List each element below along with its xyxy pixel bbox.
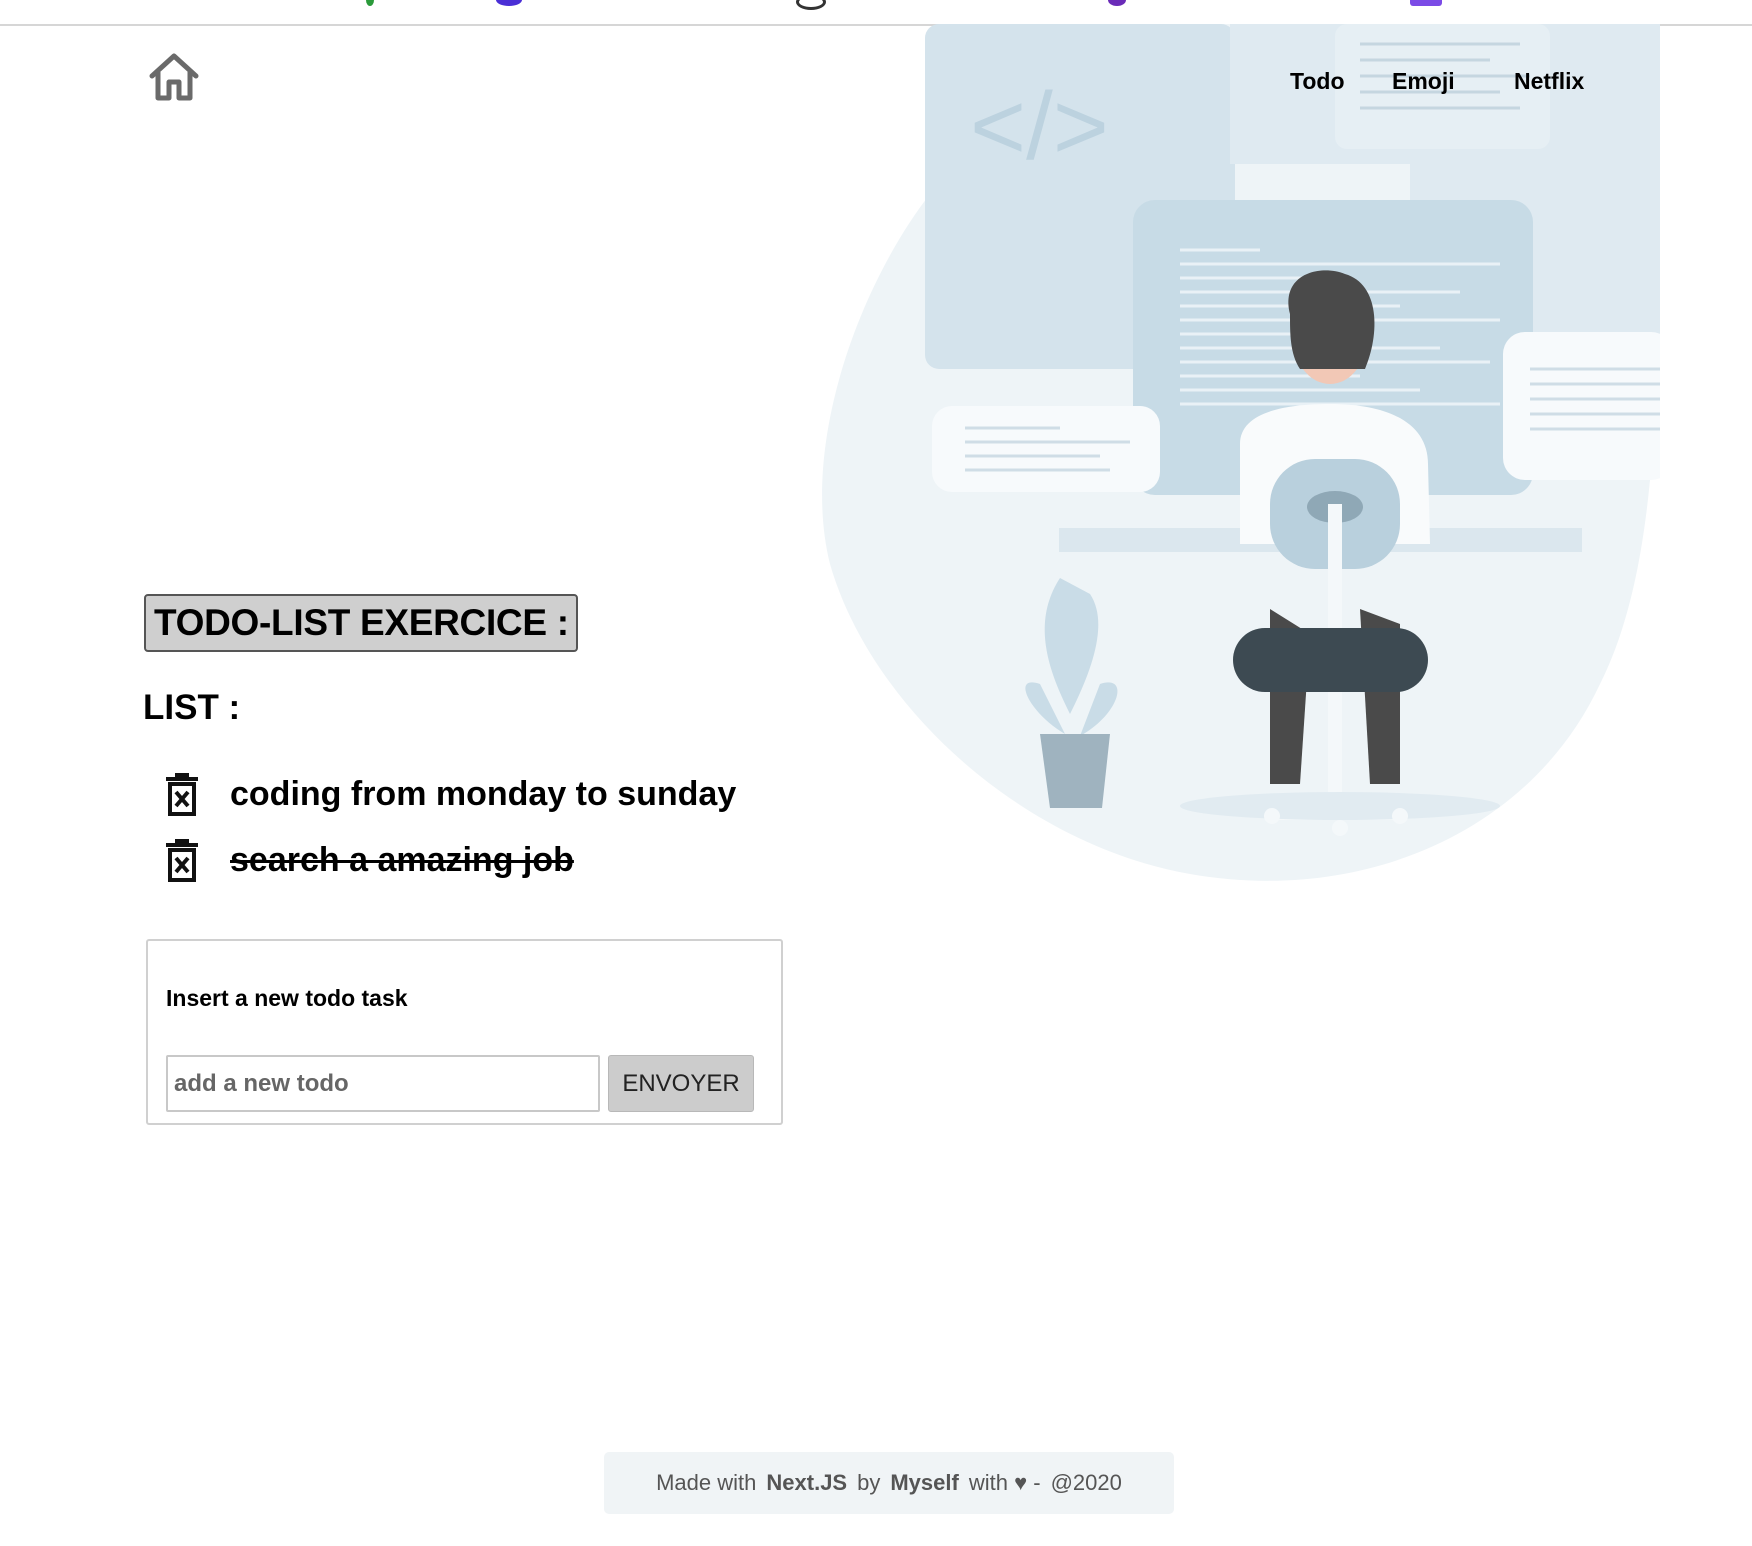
footer: Made with Next.JS by Myself with ♥ - @20… — [604, 1452, 1174, 1514]
top-strip-mark — [796, 0, 826, 10]
developer-illustration: </> — [822, 24, 1660, 881]
footer-with-love: with ♥ - — [968, 1470, 1041, 1495]
trash-icon[interactable] — [164, 772, 200, 816]
nav-todo[interactable]: Todo — [1290, 68, 1345, 95]
footer-framework: Next.JS — [766, 1470, 848, 1495]
footer-made-with: Made with — [656, 1470, 757, 1495]
code-symbol: </> — [970, 73, 1109, 180]
top-strip-mark — [366, 0, 374, 6]
nav-emoji[interactable]: Emoji — [1392, 68, 1455, 95]
form-label: Insert a new todo task — [166, 985, 408, 1011]
top-strip-mark — [1108, 0, 1126, 6]
nav-netflix[interactable]: Netflix — [1514, 68, 1584, 95]
new-todo-form: Insert a new todo task ENVOYER — [146, 939, 783, 1125]
list-heading: LIST : — [143, 688, 241, 727]
top-strip-mark — [496, 0, 522, 6]
page-title: TODO-LIST EXERCICE : — [154, 602, 569, 643]
footer-year: @2020 — [1050, 1470, 1122, 1495]
top-strip — [0, 0, 1752, 26]
todo-item-done: search a amazing job — [164, 836, 574, 884]
footer-author: Myself — [890, 1470, 959, 1495]
submit-button[interactable]: ENVOYER — [608, 1055, 754, 1112]
footer-by: by — [857, 1470, 881, 1495]
home-icon[interactable] — [148, 52, 200, 102]
page-title-box: TODO-LIST EXERCICE : — [144, 594, 578, 652]
trash-icon[interactable] — [164, 838, 200, 882]
top-strip-mark — [1410, 0, 1442, 6]
new-todo-input[interactable] — [166, 1055, 600, 1112]
todo-item: coding from monday to sunday — [164, 770, 736, 818]
todo-label[interactable]: coding from monday to sunday — [230, 775, 736, 814]
todo-label[interactable]: search a amazing job — [230, 841, 574, 880]
